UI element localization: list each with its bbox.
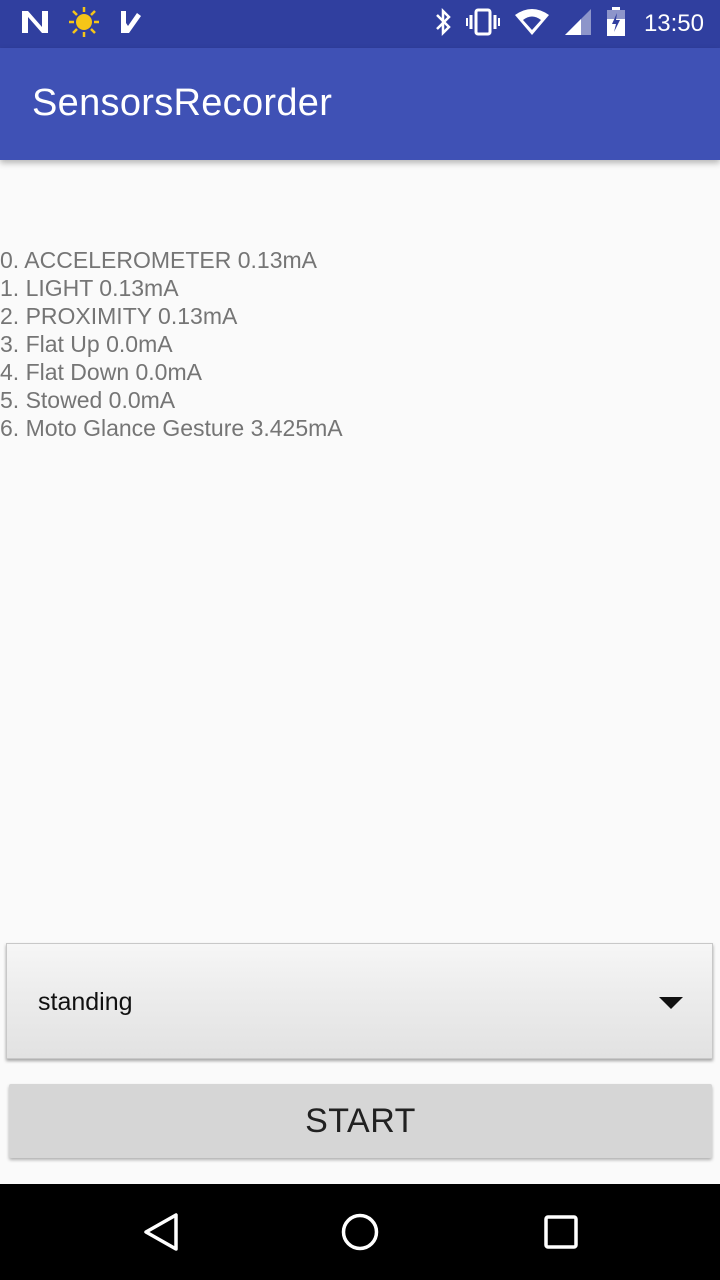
bluetooth-icon [434, 7, 452, 42]
sensor-list: 0. ACCELEROMETER 0.13mA 1. LIGHT 0.13mA … [0, 246, 720, 442]
start-button[interactable]: START [9, 1084, 712, 1158]
sensor-row: 3. Flat Up 0.0mA [0, 331, 173, 357]
vibrate-icon [465, 8, 500, 41]
sensor-row: 0. ACCELEROMETER 0.13mA [0, 247, 317, 273]
back-icon[interactable] [142, 1212, 180, 1257]
battery-icon [606, 6, 626, 42]
sensor-row: 4. Flat Down 0.0mA [0, 359, 202, 385]
app-bar: SensorsRecorder [0, 48, 720, 160]
dropdown-arrow-icon [658, 996, 684, 1010]
checkmark-app-icon [118, 8, 144, 41]
status-time: 13:50 [643, 10, 704, 37]
home-icon[interactable] [340, 1212, 380, 1257]
sensor-row: 6. Moto Glance Gesture 3.425mA [0, 415, 343, 441]
signal-icon [564, 8, 592, 41]
sensor-row: 2. PROXIMITY 0.13mA [0, 303, 238, 329]
sensor-row: 1. LIGHT 0.13mA [0, 275, 179, 301]
recents-icon[interactable] [543, 1212, 579, 1257]
n-logo-icon [20, 9, 50, 40]
wifi-icon [514, 8, 550, 41]
nav-bar [0, 1184, 720, 1280]
activity-spinner[interactable]: standing [6, 943, 713, 1059]
status-bar: 13:50 [0, 0, 720, 48]
activity-spinner-value: standing [38, 988, 133, 1016]
app-title: SensorsRecorder [32, 82, 333, 124]
sun-icon [68, 6, 100, 43]
sensor-row: 5. Stowed 0.0mA [0, 387, 176, 413]
